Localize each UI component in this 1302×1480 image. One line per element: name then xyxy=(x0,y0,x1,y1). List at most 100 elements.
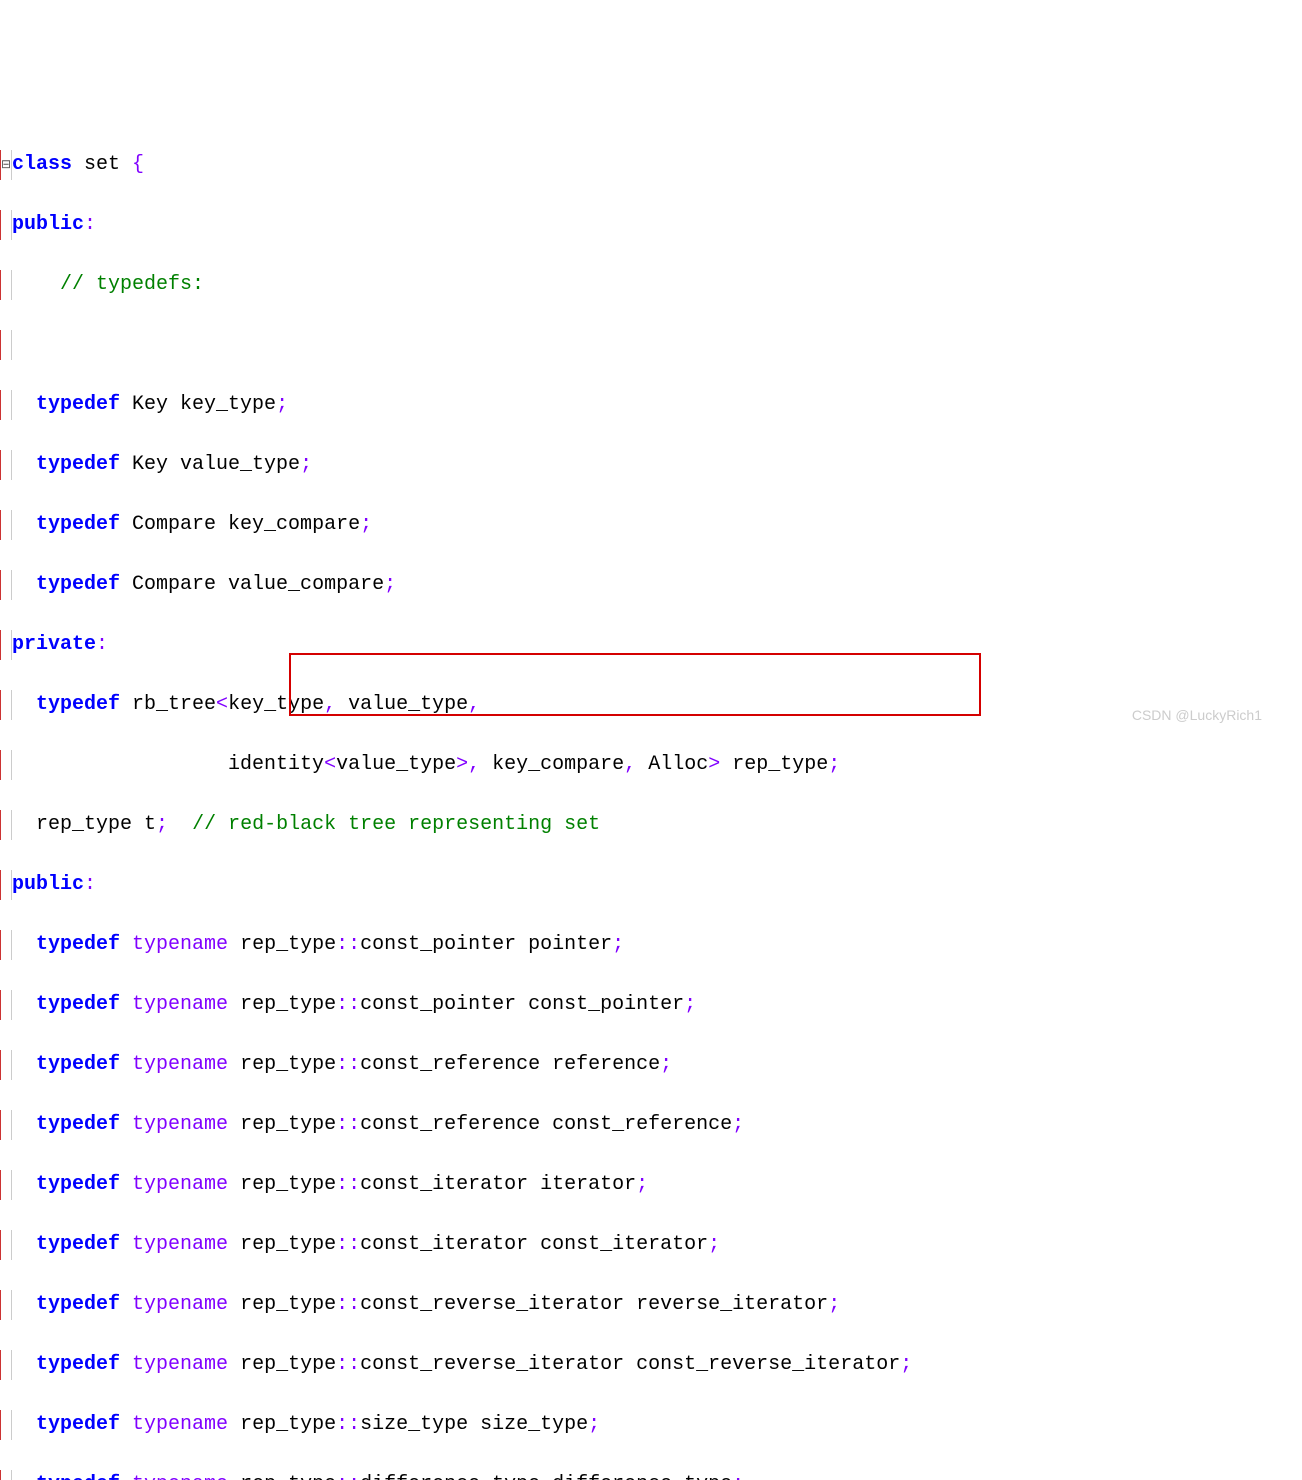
semicolon: ; xyxy=(900,1353,912,1376)
gutter xyxy=(0,990,12,1020)
semicolon: ; xyxy=(660,1053,672,1076)
code-line: typedef rb_tree<key_type, value_type, xyxy=(0,690,1302,720)
code-line: ⊟class set { xyxy=(0,150,1302,180)
keyword-typedef: typedef xyxy=(36,573,120,596)
brace: { xyxy=(132,153,144,176)
keyword-typedef: typedef xyxy=(36,453,120,476)
keyword-typename: typename xyxy=(132,1293,228,1316)
keyword-typename: typename xyxy=(132,1353,228,1376)
code-line: typedef Compare key_compare; xyxy=(0,510,1302,540)
code-text: rep_type xyxy=(228,1053,336,1076)
keyword-typedef: typedef xyxy=(36,993,120,1016)
angle-open: < xyxy=(216,693,228,716)
gutter xyxy=(0,930,12,960)
code-text: Compare value_compare xyxy=(120,573,384,596)
keyword-typedef: typedef xyxy=(36,1113,120,1136)
comma: , xyxy=(324,693,336,716)
keyword-typename: typename xyxy=(132,1473,228,1480)
code-text: const_iterator const_iterator xyxy=(360,1233,708,1256)
code-line: typedef typename rep_type::const_reverse… xyxy=(0,1290,1302,1320)
gutter xyxy=(0,750,12,780)
code-text: const_reverse_iterator const_reverse_ite… xyxy=(360,1353,900,1376)
code-line xyxy=(0,330,1302,360)
identifier: set xyxy=(72,153,132,176)
scope-op: :: xyxy=(336,1293,360,1316)
code-line: typedef typename rep_type::size_type siz… xyxy=(0,1410,1302,1440)
code-text: const_pointer const_pointer xyxy=(360,993,684,1016)
angle-close: > xyxy=(456,753,468,776)
keyword-private: private xyxy=(12,633,96,656)
gutter xyxy=(0,690,12,720)
keyword-typedef: typedef xyxy=(36,933,120,956)
gutter xyxy=(0,1110,12,1140)
keyword-typename: typename xyxy=(132,1413,228,1436)
comma: , xyxy=(468,753,480,776)
code-text: rep_type xyxy=(228,1473,336,1480)
code-line: private: xyxy=(0,630,1302,660)
semicolon: ; xyxy=(708,1233,720,1256)
semicolon: ; xyxy=(384,573,396,596)
code-text: const_reference reference xyxy=(360,1053,660,1076)
code-editor: ⊟class set { public: // typedefs: typede… xyxy=(0,120,1302,1480)
colon: : xyxy=(84,213,96,236)
code-line: typedef Key value_type; xyxy=(0,450,1302,480)
code-text: difference_type difference_type xyxy=(360,1473,732,1480)
code-text: const_reference const_reference xyxy=(360,1113,732,1136)
colon: : xyxy=(84,873,96,896)
semicolon: ; xyxy=(828,753,840,776)
keyword-typedef: typedef xyxy=(36,513,120,536)
code-text: rep_type xyxy=(228,1113,336,1136)
semicolon: ; xyxy=(276,393,288,416)
code-text: const_reverse_iterator reverse_iterator xyxy=(360,1293,828,1316)
code-text: const_pointer pointer xyxy=(360,933,612,956)
gutter xyxy=(0,630,12,660)
scope-op: :: xyxy=(336,993,360,1016)
keyword-public: public xyxy=(12,213,84,236)
semicolon: ; xyxy=(684,993,696,1016)
code-text: key_type xyxy=(228,693,324,716)
semicolon: ; xyxy=(588,1413,600,1436)
semicolon: ; xyxy=(732,1473,744,1480)
keyword-typedef: typedef xyxy=(36,1353,120,1376)
code-line: typedef typename rep_type::const_iterato… xyxy=(0,1170,1302,1200)
comment: // red-black tree representing set xyxy=(192,813,600,836)
code-line: identity<value_type>, key_compare, Alloc… xyxy=(0,750,1302,780)
code-text: identity xyxy=(228,753,324,776)
semicolon: ; xyxy=(828,1293,840,1316)
code-text: rep_type xyxy=(720,753,828,776)
scope-op: :: xyxy=(336,1233,360,1256)
semicolon: ; xyxy=(156,813,168,836)
gutter xyxy=(0,510,12,540)
gutter xyxy=(0,810,12,840)
code-text: size_type size_type xyxy=(360,1413,588,1436)
keyword-typename: typename xyxy=(132,933,228,956)
scope-op: :: xyxy=(336,1173,360,1196)
keyword-typedef: typedef xyxy=(36,393,120,416)
code-line: rep_type t; // red-black tree representi… xyxy=(0,810,1302,840)
keyword-typename: typename xyxy=(132,1173,228,1196)
keyword-public: public xyxy=(12,873,84,896)
keyword-class: class xyxy=(12,153,72,176)
semicolon: ; xyxy=(612,933,624,956)
scope-op: :: xyxy=(336,1053,360,1076)
code-text: rep_type xyxy=(228,933,336,956)
code-line: public: xyxy=(0,870,1302,900)
code-line: typedef typename rep_type::const_referen… xyxy=(0,1050,1302,1080)
keyword-typedef: typedef xyxy=(36,1473,120,1480)
keyword-typename: typename xyxy=(132,1053,228,1076)
code-text: rep_type xyxy=(228,1353,336,1376)
scope-op: :: xyxy=(336,933,360,956)
code-text: const_iterator iterator xyxy=(360,1173,636,1196)
code-text: value_type xyxy=(336,693,468,716)
gutter xyxy=(0,1170,12,1200)
code-text: Key key_type xyxy=(120,393,276,416)
code-line: typedef typename rep_type::const_pointer… xyxy=(0,990,1302,1020)
code-line: typedef typename rep_type::difference_ty… xyxy=(0,1470,1302,1480)
scope-op: :: xyxy=(336,1473,360,1480)
keyword-typedef: typedef xyxy=(36,1413,120,1436)
gutter xyxy=(0,330,12,360)
keyword-typedef: typedef xyxy=(36,693,120,716)
code-line: typedef typename rep_type::const_reverse… xyxy=(0,1350,1302,1380)
angle-close: > xyxy=(708,753,720,776)
gutter xyxy=(0,450,12,480)
